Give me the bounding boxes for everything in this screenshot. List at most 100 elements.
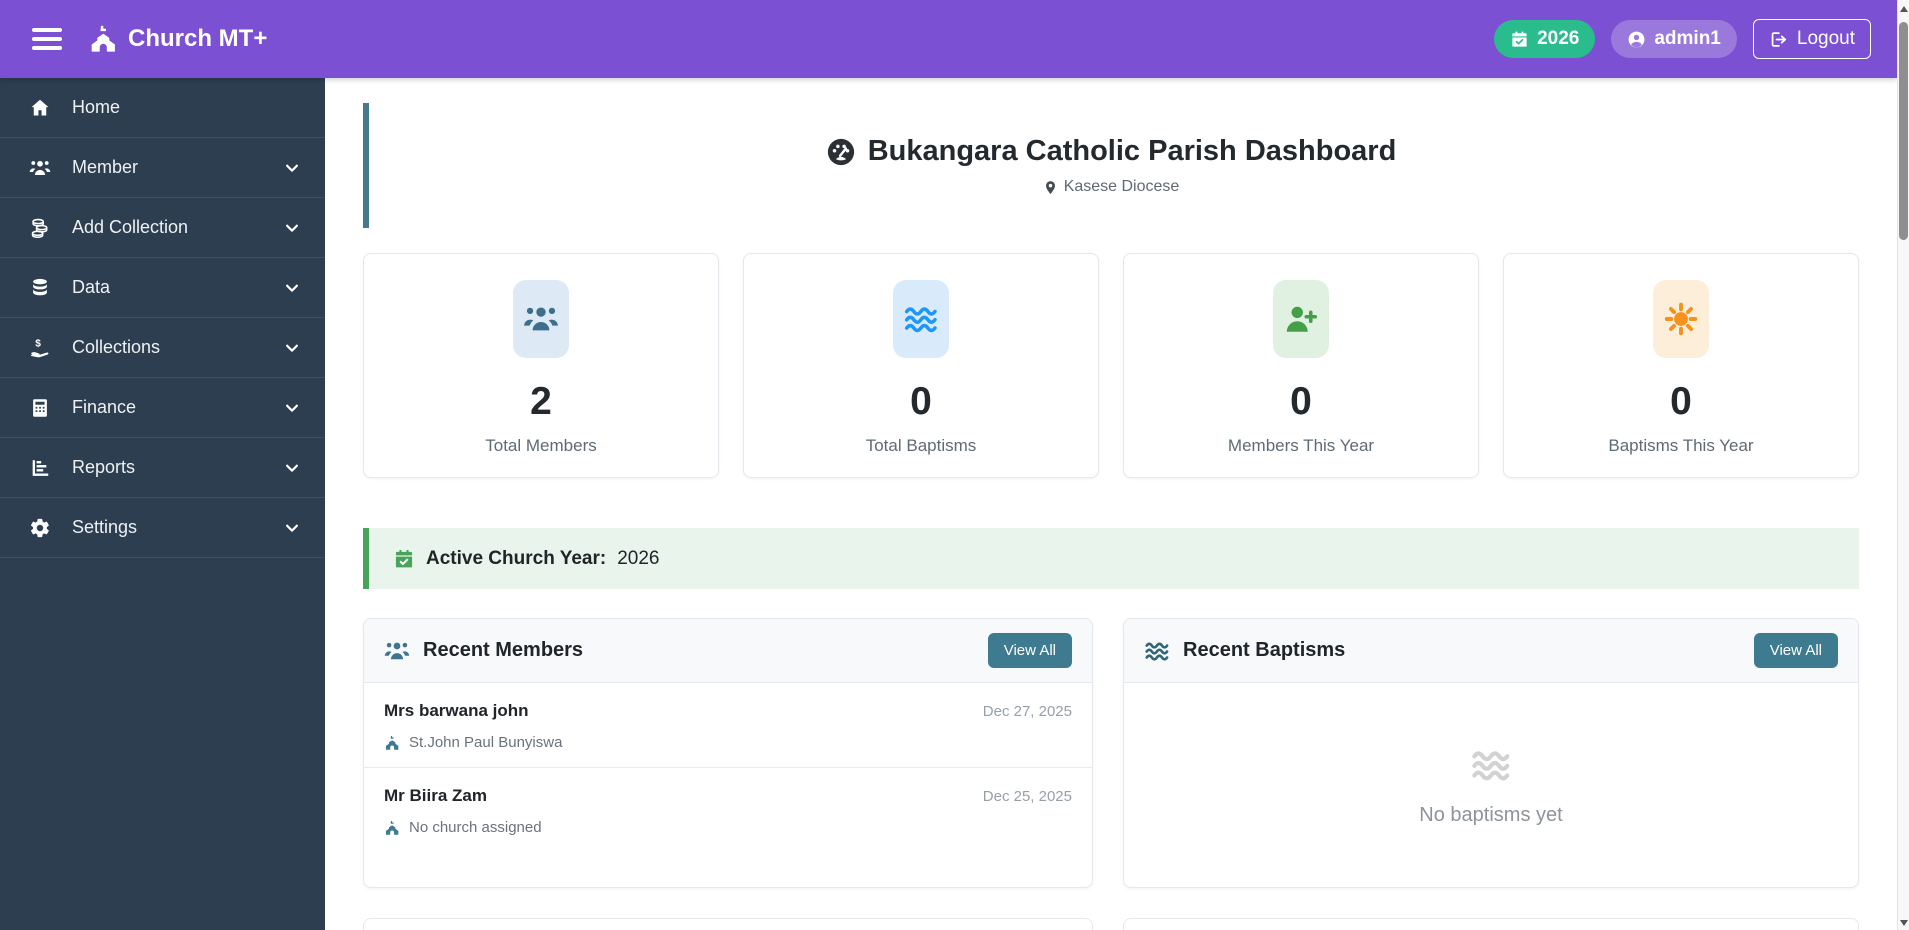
- panel-title: Recent Members: [423, 639, 584, 661]
- year-badge-label: 2026: [1537, 28, 1580, 49]
- recent-baptisms-panel: Recent Baptisms View All No baptisms yet: [1123, 618, 1859, 888]
- active-year-label: Active Church Year:: [426, 547, 607, 569]
- active-year-banner: Active Church Year: 2026: [363, 528, 1859, 589]
- page-title: Bukangara Catholic Parish Dashboard: [826, 135, 1397, 168]
- scrollbar-up-arrow-icon[interactable]: [1900, 6, 1908, 12]
- database-icon: [28, 276, 52, 300]
- stat-value: 2: [530, 380, 552, 423]
- dashboard-header: Bukangara Catholic Parish Dashboard Kase…: [363, 103, 1853, 228]
- stat-card-baptisms-this-year: 0 Baptisms This Year: [1503, 253, 1859, 478]
- next-panels-row: [363, 918, 1859, 930]
- scrollbar-thumb[interactable]: [1899, 22, 1908, 240]
- chevron-down-icon: [283, 519, 301, 537]
- partial-panel-right: [1123, 918, 1859, 930]
- chevron-down-icon: [283, 279, 301, 297]
- menu-toggle-icon[interactable]: [32, 28, 62, 50]
- page-subtitle: Kasese Diocese: [1043, 178, 1180, 196]
- stat-card-members-this-year: 0 Members This Year: [1123, 253, 1479, 478]
- member-church: No church assigned: [409, 819, 542, 836]
- church-icon: [385, 735, 399, 750]
- stat-value: 0: [1290, 380, 1312, 423]
- panel-title: Recent Baptisms: [1183, 639, 1346, 661]
- page-subtitle-text: Kasese Diocese: [1063, 178, 1180, 195]
- member-list-item[interactable]: Mr Biira Zam Dec 25, 2025 No church assi…: [364, 768, 1092, 852]
- sidebar-item-label: Member: [72, 157, 139, 177]
- sidebar-item-home[interactable]: Home: [0, 78, 325, 138]
- sidebar-item-label: Finance: [72, 397, 137, 417]
- page-title-text: Bukangara Catholic Parish Dashboard: [867, 135, 1397, 167]
- stat-card-total-baptisms: 0 Total Baptisms: [743, 253, 1099, 478]
- user-circle-icon: [1628, 31, 1645, 47]
- coins-icon: [28, 216, 52, 240]
- sun-icon: [1653, 280, 1709, 358]
- chevron-down-icon: [283, 339, 301, 357]
- stat-value: 0: [910, 380, 932, 423]
- stat-card-total-members: 2 Total Members: [363, 253, 719, 478]
- app-window: Church MT+ 2026 admin1 Logout Home Membe…: [0, 0, 1909, 930]
- sidebar-item-label: Add Collection: [72, 217, 189, 237]
- sign-out-icon: [1771, 31, 1786, 47]
- logout-button-label: Logout: [1796, 28, 1855, 49]
- member-date: Dec 25, 2025: [982, 788, 1072, 805]
- app-brand-label: Church MT+: [128, 25, 268, 52]
- user-badge-label: admin1: [1654, 28, 1721, 49]
- recent-members-header: Recent Members View All: [364, 619, 1092, 683]
- top-navbar: Church MT+ 2026 admin1 Logout: [0, 0, 1897, 78]
- view-all-members-button[interactable]: View All: [987, 633, 1072, 668]
- chevron-down-icon: [283, 219, 301, 237]
- sidebar-item-member[interactable]: Member: [0, 138, 325, 198]
- location-pin-icon: [1045, 180, 1055, 194]
- user-badge[interactable]: admin1: [1611, 20, 1737, 58]
- main-content: Bukangara Catholic Parish Dashboard Kase…: [325, 78, 1897, 930]
- user-plus-icon: [1273, 280, 1329, 358]
- sidebar-item-settings[interactable]: Settings: [0, 498, 325, 558]
- partial-panel-left: [363, 918, 1093, 930]
- member-name: Mrs barwana john: [384, 701, 529, 720]
- water-icon: [893, 280, 949, 358]
- active-year-value: 2026: [617, 547, 660, 569]
- sidebar-item-finance[interactable]: Finance: [0, 378, 325, 438]
- sidebar-item-label: Data: [72, 277, 111, 297]
- year-badge[interactable]: 2026: [1494, 20, 1596, 58]
- stat-label: Total Members: [485, 436, 597, 455]
- sidebar-item-label: Home: [72, 97, 121, 117]
- member-name: Mr Biira Zam: [384, 786, 487, 805]
- view-all-baptisms-button[interactable]: View All: [1753, 633, 1838, 668]
- member-church: St.John Paul Bunyiswa: [409, 734, 563, 751]
- navbar-left: Church MT+: [32, 24, 267, 54]
- baptisms-empty-text: No baptisms yet: [1419, 804, 1563, 826]
- logout-button[interactable]: Logout: [1752, 19, 1871, 59]
- church-icon: [385, 820, 399, 835]
- users-icon: [28, 156, 52, 180]
- sidebar-item-data[interactable]: Data: [0, 258, 325, 318]
- sidebar-item-reports[interactable]: Reports: [0, 438, 325, 498]
- stat-label: Members This Year: [1227, 436, 1375, 455]
- sidebar-item-label: Collections: [72, 337, 161, 357]
- gauge-icon: [827, 138, 854, 165]
- church-icon: [91, 25, 115, 52]
- app-brand[interactable]: Church MT+: [88, 24, 267, 54]
- sidebar-item-label: Reports: [72, 457, 136, 477]
- scrollbar-down-arrow-icon[interactable]: [1900, 920, 1908, 926]
- calendar-check-icon: [1512, 31, 1527, 47]
- sidebar-item-label: Settings: [72, 517, 138, 537]
- sidebar-item-collections[interactable]: $ Collections: [0, 318, 325, 378]
- panels-row: Recent Members View All Mrs barwana john…: [363, 618, 1859, 888]
- gear-icon: [28, 516, 52, 540]
- users-icon: [384, 638, 410, 664]
- chevron-down-icon: [283, 459, 301, 477]
- stat-label: Baptisms This Year: [1608, 436, 1754, 455]
- sidebar-item-add-collection[interactable]: Add Collection: [0, 198, 325, 258]
- users-icon: [513, 280, 569, 358]
- navbar-right: 2026 admin1 Logout: [1494, 19, 1871, 59]
- member-list-item[interactable]: Mrs barwana john Dec 27, 2025 St.John Pa…: [364, 683, 1092, 768]
- home-icon: [28, 96, 52, 120]
- vertical-scrollbar[interactable]: [1897, 0, 1909, 930]
- water-icon: [1144, 638, 1170, 664]
- water-icon: [1472, 751, 1510, 781]
- bar-chart-icon: [28, 456, 52, 480]
- stat-label: Total Baptisms: [865, 436, 977, 455]
- hand-dollar-icon: $: [28, 336, 52, 360]
- calculator-icon: [28, 396, 52, 420]
- stats-row: 2 Total Members 0 Total Baptisms 0 Membe…: [363, 253, 1859, 478]
